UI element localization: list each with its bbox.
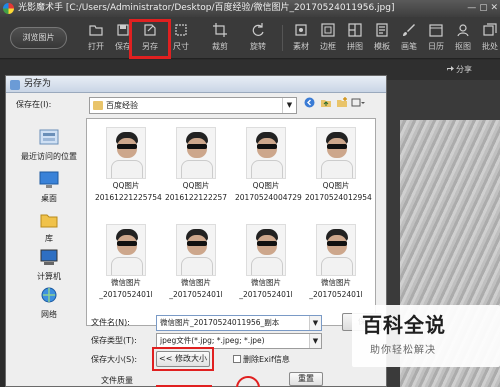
reset-button[interactable]: 重置	[289, 372, 323, 386]
place-libraries[interactable]: 库	[13, 210, 85, 244]
crop-button[interactable]: 裁剪	[208, 21, 232, 55]
cutout-button[interactable]: 抠图	[451, 21, 475, 55]
file-item[interactable]: 微信图片 _2017052401l	[305, 224, 367, 300]
place-network[interactable]: 网络	[13, 286, 85, 320]
rotate-button[interactable]: 旋转	[246, 21, 270, 55]
file-list: QQ图片 20161221225754 QQ图片 2016122122257 Q…	[86, 118, 376, 326]
rotate-icon	[252, 23, 264, 36]
border-button[interactable]: 边框	[316, 21, 340, 55]
brush-button[interactable]: 画笔	[397, 21, 421, 55]
file-item[interactable]: QQ图片 20170524004729	[235, 127, 302, 203]
window-controls[interactable]: — ▢ ✕	[467, 0, 498, 17]
file-item[interactable]: QQ图片 2016122122257	[165, 127, 227, 203]
place-recent[interactable]: 最近访问的位置	[13, 128, 85, 162]
template-icon	[376, 23, 388, 37]
batch-icon	[483, 23, 497, 36]
file-thumbnail	[106, 224, 146, 276]
up-folder-button[interactable]	[318, 97, 333, 114]
dialog-icon	[10, 80, 20, 90]
file-thumbnail	[106, 127, 146, 179]
filename-field[interactable]: 微信图片_20170524011956_副本 ▼	[156, 315, 322, 331]
recent-places-icon	[39, 129, 59, 145]
desktop-icon	[39, 171, 59, 188]
calendar-button[interactable]: 日历	[424, 21, 448, 55]
back-button[interactable]	[302, 97, 317, 114]
resize-button[interactable]: 尺寸	[169, 21, 193, 55]
file-thumbnail	[176, 127, 216, 179]
file-item[interactable]: 微信图片 _2017052401l	[95, 224, 157, 300]
network-icon	[41, 287, 57, 303]
file-thumbnail	[316, 127, 356, 179]
libraries-icon	[40, 214, 58, 228]
computer-icon	[40, 249, 58, 265]
share-icon	[447, 66, 454, 71]
places-bar: 最近访问的位置 桌面 库 计算机 网络	[13, 120, 85, 325]
view-menu-button[interactable]	[350, 97, 365, 114]
back-arrow-icon	[304, 97, 315, 108]
up-folder-icon	[320, 100, 331, 107]
file-item[interactable]: QQ图片 20170524012954	[305, 127, 372, 203]
collage-button[interactable]: 拼图	[343, 21, 367, 55]
toolbar-separator	[282, 25, 283, 51]
save-in-label: 保存在(I):	[16, 100, 52, 109]
crop-icon	[213, 23, 227, 37]
new-folder-button[interactable]	[334, 97, 349, 114]
browse-images-button[interactable]: 浏览图片	[10, 27, 67, 49]
resize-icon	[175, 24, 187, 36]
file-thumbnail	[316, 224, 356, 276]
calendar-icon	[429, 24, 443, 37]
annotation-circle	[236, 376, 260, 387]
dialog-title: 另存为	[24, 79, 52, 89]
chevron-down-icon: ▼	[282, 98, 296, 113]
view-menu-icon	[351, 98, 365, 107]
file-thumbnail	[246, 127, 286, 179]
watermark-logo: 百科全说 助你轻松解决	[352, 305, 500, 367]
share-button[interactable]: 分享	[446, 64, 472, 75]
material-icon	[295, 24, 307, 36]
file-item[interactable]: 微信图片 _2017052401l	[165, 224, 227, 300]
place-computer[interactable]: 计算机	[13, 248, 85, 282]
cutout-icon	[457, 24, 469, 37]
main-toolbar: 浏览图片 打开 保存 另存 尺寸 裁剪 旋转 素材 边框 拼图 模板 画笔 日历…	[0, 17, 500, 59]
filename-label: 文件名(N):	[91, 318, 130, 327]
file-quality-label: 文件质量	[101, 376, 133, 385]
folder-icon	[93, 101, 103, 110]
save-as-highlight-box	[129, 19, 171, 59]
material-button[interactable]: 素材	[289, 21, 313, 55]
file-item[interactable]: 微信图片 _2017052401l	[235, 224, 297, 300]
window-title: 光影魔术手 [C:/Users/Administrator/Desktop/百度…	[18, 3, 395, 13]
save-in-value: 百度经验	[106, 101, 138, 110]
batch-button[interactable]: 批处	[478, 21, 500, 55]
file-thumbnail	[246, 224, 286, 276]
app-logo-icon	[3, 3, 14, 14]
save-in-dropdown[interactable]: 百度经验 ▼	[89, 97, 297, 114]
file-item[interactable]: QQ图片 20161221225754	[95, 127, 162, 203]
filetype-label: 保存类型(T):	[91, 336, 137, 345]
border-icon	[321, 23, 335, 37]
file-thumbnail	[176, 224, 216, 276]
collage-icon	[348, 23, 362, 37]
chevron-down-icon: ▼	[309, 334, 321, 348]
chevron-down-icon[interactable]: ▼	[309, 316, 321, 330]
brush-icon	[403, 24, 415, 36]
watermark-title: 百科全说	[362, 313, 446, 337]
open-icon	[89, 25, 103, 36]
checkbox-box	[233, 355, 241, 363]
modify-size-highlight-box	[152, 347, 214, 371]
place-desktop[interactable]: 桌面	[13, 170, 85, 204]
template-button[interactable]: 模板	[370, 21, 394, 55]
app-titlebar: 光影魔术手 [C:/Users/Administrator/Desktop/百度…	[0, 0, 500, 17]
save-size-label: 保存大小(S):	[91, 355, 138, 364]
remove-exif-checkbox[interactable]: 删除Exif信息	[233, 354, 290, 365]
open-button[interactable]: 打开	[84, 21, 108, 55]
save-as-dialog: 另存为 保存在(I): 百度经验 ▼ 最近访问的位置 桌面 库 计算机 网络 Q…	[5, 75, 387, 387]
watermark-subtitle: 助你轻松解决	[370, 345, 436, 356]
new-folder-icon	[336, 97, 347, 107]
dialog-titlebar: 另存为	[6, 76, 386, 93]
